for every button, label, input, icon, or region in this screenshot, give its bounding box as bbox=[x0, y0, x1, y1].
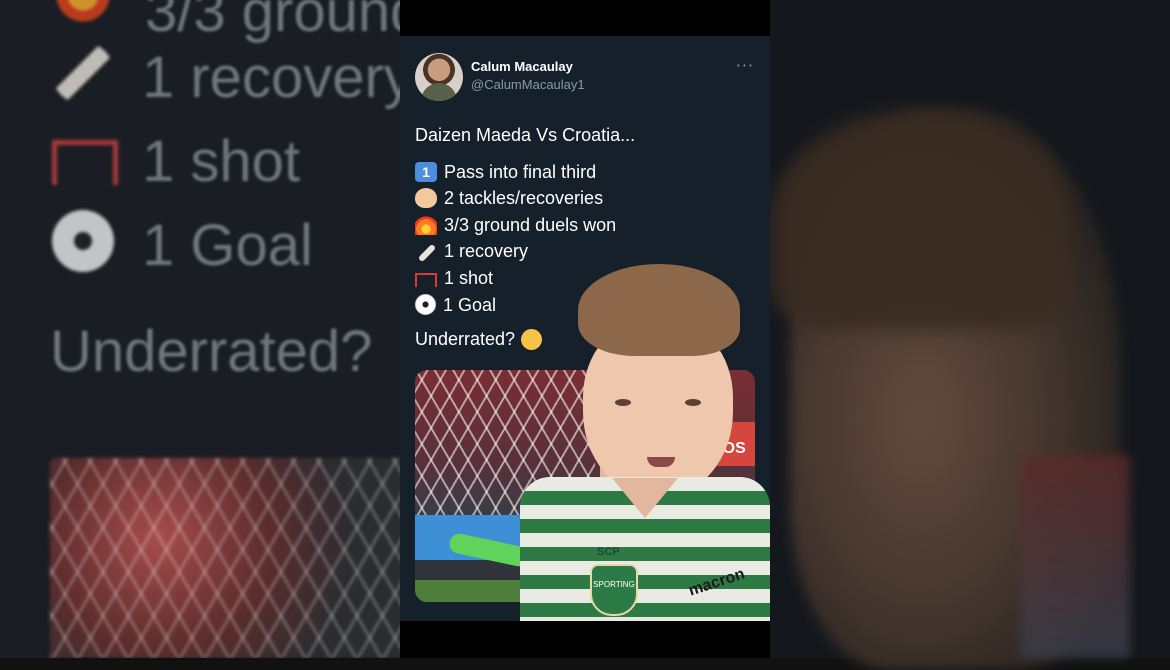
club-badge: SPORTING bbox=[590, 564, 638, 616]
stat-line: 1 Pass into final third bbox=[415, 159, 635, 186]
soccer-ball-icon bbox=[415, 294, 436, 316]
stat-text: Pass into final third bbox=[444, 161, 597, 182]
fist-icon bbox=[415, 188, 437, 209]
more-options-icon[interactable]: ··· bbox=[736, 56, 754, 75]
stat-text: 1 Goal bbox=[443, 294, 497, 315]
badge-text: SPORTING bbox=[593, 580, 635, 589]
right-eye bbox=[685, 399, 701, 406]
phone-frame: Calum Macaulay @CalumMacaulay1 ··· Daize… bbox=[400, 0, 770, 658]
author-name[interactable]: Calum Macaulay bbox=[471, 59, 573, 74]
stat-line: 2 tackles/recoveries bbox=[415, 185, 635, 212]
stat-text: 3/3 ground duels won bbox=[444, 214, 617, 235]
tweet-intro: Daizen Maeda Vs Croatia... bbox=[415, 125, 636, 145]
tweet-card[interactable]: Calum Macaulay @CalumMacaulay1 ··· Daize… bbox=[400, 36, 770, 621]
hair bbox=[578, 264, 740, 356]
goal-net-icon bbox=[52, 140, 118, 185]
author-handle[interactable]: @CalumMacaulay1 bbox=[471, 77, 585, 92]
keycap-one-icon: 1 bbox=[415, 161, 437, 182]
background-stat-line: 3/3 ground duels won bbox=[145, 0, 400, 44]
stat-text: 1 recovery bbox=[444, 241, 529, 262]
blurred-goal-net-image bbox=[50, 458, 400, 658]
fire-icon bbox=[52, 0, 114, 26]
shirt-text: SCP bbox=[597, 546, 620, 558]
goal-net-icon bbox=[415, 273, 437, 288]
bandage-icon bbox=[415, 242, 437, 262]
background-question: Underrated? bbox=[50, 319, 373, 384]
background-stat-line: 1 recovery bbox=[142, 45, 400, 110]
background-stat-line: 1 Goal bbox=[142, 213, 313, 278]
blurred-hair bbox=[770, 110, 1070, 330]
bandage-icon bbox=[52, 42, 114, 104]
closing-text: Underrated? bbox=[415, 329, 516, 350]
stat-text: 2 tackles/recoveries bbox=[444, 188, 604, 209]
fire-icon bbox=[415, 215, 437, 236]
blurred-background-left: 3/3 ground duels won 1 recovery 1 shot 1… bbox=[0, 0, 400, 658]
soccer-ball-icon bbox=[52, 210, 114, 272]
avatar[interactable] bbox=[415, 53, 463, 101]
stat-line: 1 recovery bbox=[415, 238, 635, 265]
blurred-crowd bbox=[1020, 455, 1130, 658]
stat-text: 1 shot bbox=[444, 267, 494, 288]
webcam-overlay-person: SCP SPORTING macron bbox=[520, 264, 770, 621]
background-stat-line: 1 shot bbox=[142, 129, 300, 194]
left-eye bbox=[615, 399, 631, 406]
stat-line: 3/3 ground duels won bbox=[415, 212, 635, 239]
